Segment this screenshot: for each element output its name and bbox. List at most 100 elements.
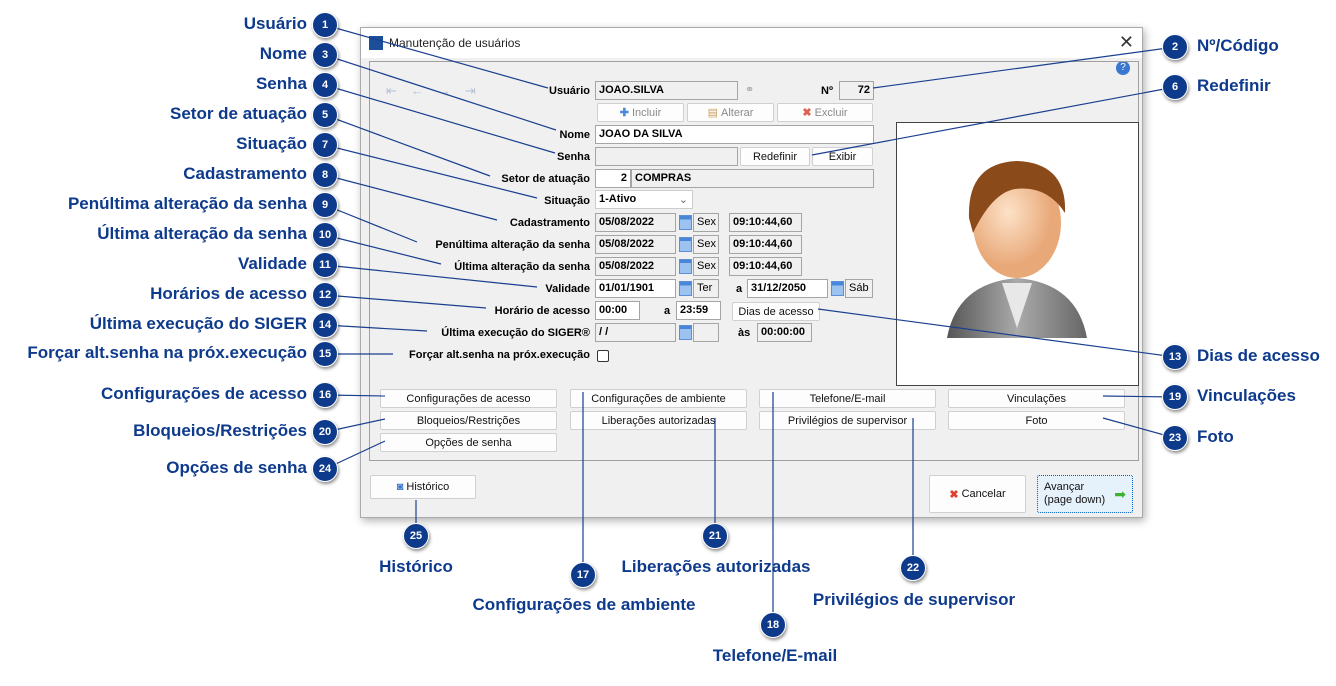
incluir-label: Incluir [631,106,662,119]
execucao-sep: às [738,327,751,339]
redefinir-button[interactable]: Redefinir [740,147,810,166]
calendar-icon[interactable] [679,259,692,274]
callout-label: Liberações autorizadas [621,557,811,576]
callout-label: Última execução do SIGER [89,314,307,333]
exibir-button[interactable]: Exibir [812,147,873,166]
historico-label: Histórico [406,481,450,493]
callout-label: Validade [238,254,307,273]
app-icon [369,36,383,50]
historico-button[interactable]: ◙ Histórico [370,475,476,499]
arrow-right-icon: ➡ [1114,485,1126,502]
calendar-icon[interactable] [679,237,692,252]
callout-badge: 8 [312,162,338,188]
callout-label: Telefone/E-mail [712,646,838,665]
telefone-email-button[interactable]: Telefone/E-mail [759,389,936,408]
callout-badge: 24 [312,456,338,482]
incluir-button[interactable]: ✚ Incluir [597,103,684,122]
callout-badge: 9 [312,192,338,218]
senha-field[interactable] [595,147,738,166]
callout-badge: 11 [312,252,338,278]
close-icon[interactable]: ✕ [1119,32,1134,53]
callout-label: Penúltima alteração da senha [67,194,307,213]
calendar-icon[interactable] [679,325,692,340]
avancar-shortcut: (page down) [1044,494,1106,506]
callout-label: Bloqueios/Restrições [133,421,307,440]
horario-from[interactable]: 00:00 [595,301,640,320]
callout-label: Forçar alt.senha na próx.execução [27,343,307,362]
callout-label: Redefinir [1197,76,1271,95]
callout-badge: 3 [312,42,338,68]
calendar-icon[interactable] [679,281,692,296]
avancar-label: Avançar [1044,481,1085,493]
user-maintenance-dialog: Manutenção de usuários ✕ ? ⇤←→⇥ Usuário … [360,27,1143,518]
foto-button[interactable]: Foto [948,411,1125,430]
nome-field[interactable]: JOAO DA SILVA [595,125,874,144]
cadastramento-time: 09:10:44,60 [729,213,802,232]
validade-from-day: Ter [693,279,719,298]
callout-label: Setor de atuação [170,104,307,123]
privilegios-button[interactable]: Privilégios de supervisor [759,411,936,430]
record-navigation-icons[interactable]: ⇤←→⇥ [386,83,490,99]
senha-label: Senha [556,151,590,163]
liberacoes-button[interactable]: Liberações autorizadas [570,411,747,430]
validade-to-day: Sáb [845,279,873,298]
situacao-label: Situação [544,195,590,207]
callout-badge: 13 [1162,344,1188,370]
penultima-label: Penúltima alteração da senha [435,239,590,251]
usuario-label: Usuário [549,85,590,97]
callout-badge: 14 [312,312,338,338]
form-group: ⇤←→⇥ Usuário JOAO.SILVA ⚭ Nº 72 ✚ Incluir… [369,61,1139,461]
callout-label: Nome [259,44,307,63]
setor-code-field[interactable]: 2 [595,169,631,188]
horario-sep: a [664,305,671,317]
opcoes-senha-button[interactable]: Opções de senha [380,433,557,452]
validade-to[interactable]: 31/12/2050 [747,279,828,298]
edit-icon: ▤ [707,107,718,119]
bloqueios-button[interactable]: Bloqueios/Restrições [380,411,557,430]
horario-label: Horário de acesso [494,305,590,317]
callout-badge: 10 [312,222,338,248]
callout-badge: 23 [1162,425,1188,451]
callout-label: Cadastramento [183,164,307,183]
callout-badge: 17 [570,562,596,588]
cadastramento-label: Cadastramento [509,217,590,229]
callout-badge: 25 [403,523,429,549]
dias-de-acesso-button[interactable]: Dias de acesso [732,302,820,321]
callout-badge: 7 [312,132,338,158]
plus-icon: ✚ [619,107,629,119]
numero-field: 72 [839,81,874,100]
calendar-icon[interactable] [831,281,844,296]
cancelar-button[interactable]: ✖ Cancelar [929,475,1026,513]
avancar-button[interactable]: Avançar (page down) ➡ [1037,475,1133,513]
excluir-button[interactable]: ✖ Excluir [777,103,873,122]
callout-label: Histórico [379,557,453,576]
forcar-label: Forçar alt.senha na próx.execução [409,349,590,361]
numero-label: Nº [821,85,833,97]
alterar-label: Alterar [721,106,754,119]
callout-label: Nº/Código [1197,36,1279,55]
user-avatar-icon [947,161,1087,338]
situacao-select[interactable]: 1-Ativo ⌄ [595,190,693,209]
usuario-field[interactable]: JOAO.SILVA [595,81,738,100]
callout-label: Foto [1197,427,1234,446]
setor-name-field: COMPRAS [631,169,874,188]
validade-sep: a [736,283,743,295]
forcar-checkbox[interactable] [597,350,609,362]
user-photo [896,122,1139,386]
cancelar-label: Cancelar [961,488,1006,500]
alterar-button[interactable]: ▤ Alterar [687,103,774,122]
vinculacoes-button[interactable]: Vinculações [948,389,1125,408]
validade-from[interactable]: 01/01/1901 [595,279,676,298]
configuracoes-acesso-button[interactable]: Configurações de acesso [380,389,557,408]
execucao-date: / / [595,323,676,342]
calendar-icon[interactable] [679,215,692,230]
callout-label: Vinculações [1197,386,1296,405]
horario-to[interactable]: 23:59 [676,301,721,320]
binoculars-icon[interactable]: ⚭ [745,83,754,96]
callout-label: Usuário [243,14,307,33]
callout-badge: 21 [702,523,728,549]
configuracoes-ambiente-button[interactable]: Configurações de ambiente [570,389,747,408]
x-icon: ✖ [802,107,812,119]
callout-label: Configurações de ambiente [472,595,696,614]
callout-badge: 2 [1162,34,1188,60]
